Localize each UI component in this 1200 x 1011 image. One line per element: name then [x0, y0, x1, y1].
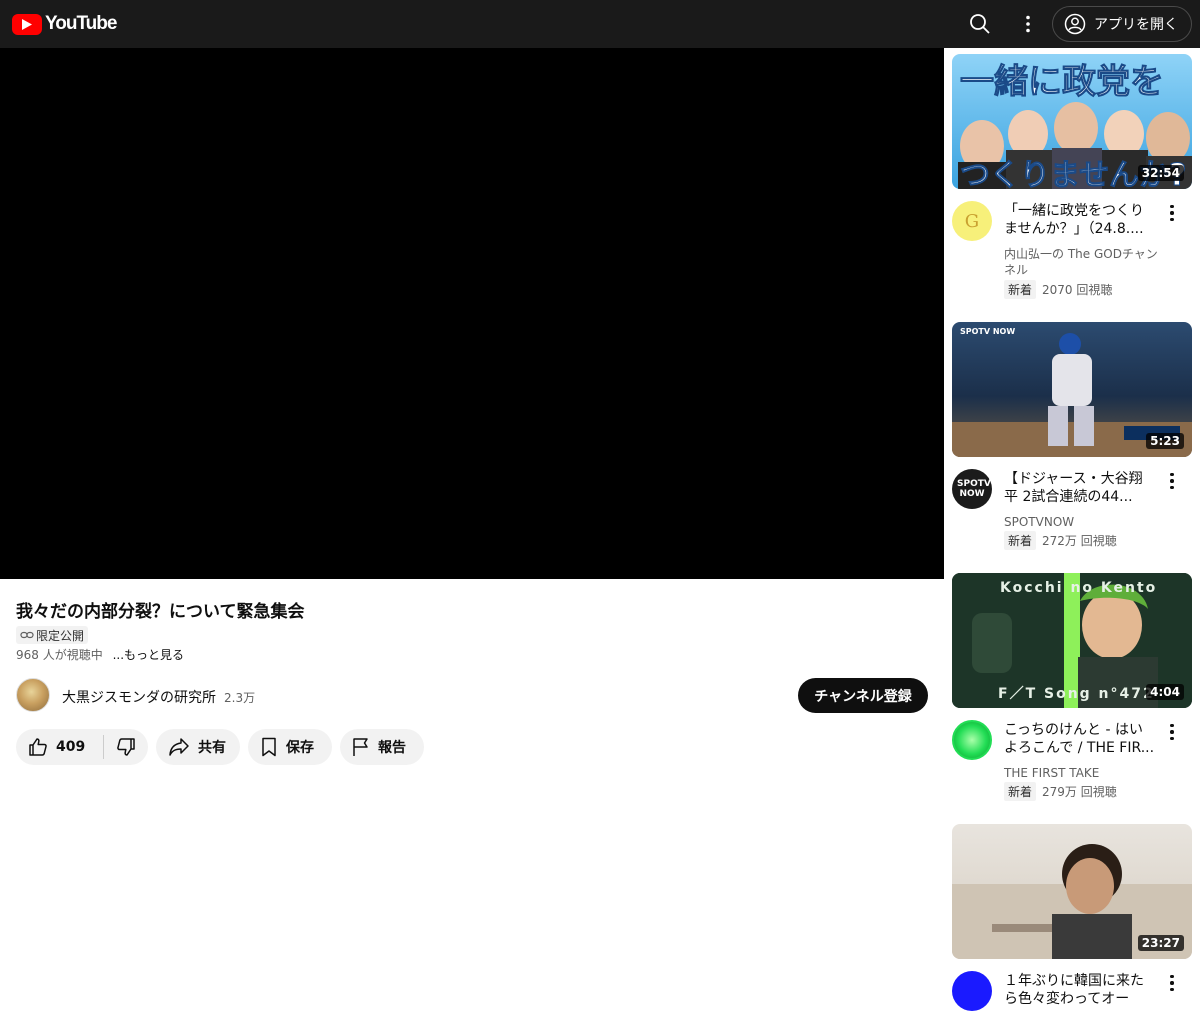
channel-avatar[interactable] [952, 971, 992, 1011]
visibility-badge: 限定公開 [16, 626, 89, 644]
like-count: 409 [56, 739, 86, 755]
play-logo-icon [12, 13, 42, 35]
share-label: 共有 [198, 740, 226, 756]
thumbnail-artist-name: Kocchi no Kento [1000, 580, 1158, 596]
avatar-text: SPOTV NOW [957, 479, 991, 499]
report-label: 報告 [378, 740, 406, 756]
video-title[interactable]: 「一緒に政党をつくり ませんか？」（24.8.... [1004, 202, 1156, 238]
dislike-button[interactable] [116, 737, 136, 757]
recommendation-card[interactable]: 一緒に政党を つくりませんか? 32:54 G 「一緒に政党をつくり ませんか？… [952, 54, 1192, 304]
link-icon [20, 631, 34, 639]
thumbs-up-icon [29, 738, 47, 756]
vertical-dots-icon [1026, 15, 1030, 33]
video-title: 我々だの内部分裂？について緊急集会 [16, 602, 305, 622]
channel-name: 内山弘一の The GODチャンネル [1004, 247, 1158, 277]
open-app-button[interactable]: アプリを開く [1052, 6, 1192, 42]
more-options-button[interactable] [1014, 10, 1042, 38]
video-duration: 32:54 [1137, 165, 1184, 181]
bookmark-icon [262, 737, 276, 757]
save-label: 保存 [286, 740, 314, 756]
channel-avatar[interactable] [952, 720, 992, 760]
card-menu-button[interactable] [1164, 971, 1180, 995]
video-stats: 新着 272万 回視聴 [1004, 531, 1117, 550]
title-line-1: こっちのけんと - はい [1004, 722, 1143, 738]
title-line-1: １年ぶりに韓国に来た [1004, 973, 1144, 989]
video-meta: 968 人が視聴中 ...もっと見る [16, 646, 184, 663]
new-badge: 新着 [1004, 782, 1037, 801]
title-line-1: 【ドジャース・大谷翔 [1004, 471, 1143, 487]
title-line-2: 平 2試合連続の44... [1004, 489, 1133, 505]
title-line-2: ら色々変わってオー [1004, 991, 1130, 1007]
video-title[interactable]: こっちのけんと - はい よろこんで / THE FIR... [1004, 721, 1156, 757]
like-dislike-group: 409 [16, 729, 148, 765]
card-menu-button[interactable] [1164, 469, 1180, 493]
video-thumbnail[interactable]: 一緒に政党を つくりませんか? 32:54 [952, 54, 1192, 189]
viewer-count: 968 人が視聴中 [16, 648, 103, 662]
like-divider [103, 735, 105, 759]
video-duration: 4:04 [1146, 684, 1184, 700]
channel-name: SPOTVNOW [1004, 515, 1075, 529]
share-button[interactable]: 共有 [156, 729, 240, 765]
video-duration: 5:23 [1146, 433, 1184, 449]
save-button[interactable]: 保存 [248, 729, 332, 765]
new-badge: 新着 [1004, 280, 1037, 299]
new-badge: 新着 [1004, 531, 1037, 550]
title-line-2: よろこんで / THE FIR... [1004, 740, 1155, 756]
avatar-letter: G [964, 210, 980, 232]
channel-name[interactable]: 大黒ジスモンダの研究所 [62, 687, 216, 707]
subscribe-button[interactable]: チャンネル登録 [798, 678, 928, 713]
card-menu-button[interactable] [1164, 720, 1180, 744]
video-duration: 23:27 [1137, 935, 1184, 951]
subscriber-count: 2.3万 [224, 691, 256, 705]
video-title[interactable]: 【ドジャース・大谷翔 平 2試合連続の44... [1004, 470, 1156, 506]
title-line-1: 「一緒に政党をつくり [1004, 203, 1144, 219]
video-thumbnail[interactable]: SPOTV NOW 5:23 [952, 322, 1192, 457]
show-more-link[interactable]: ...もっと見る [113, 648, 184, 662]
open-app-label: アプリを開く [1094, 17, 1178, 33]
logo-wordmark: YouTube [45, 13, 117, 34]
account-icon [1064, 13, 1086, 35]
search-button[interactable] [966, 10, 994, 38]
recommendation-card[interactable]: 23:27 １年ぶりに韓国に来た ら色々変わってオー [952, 824, 1192, 1011]
channel-name: THE FIRST TAKE [1004, 766, 1100, 780]
search-icon [970, 14, 990, 34]
video-stats: 新着 279万 回視聴 [1004, 782, 1117, 801]
recommendation-card[interactable]: SPOTV NOW 5:23 SPOTV NOW 【ドジャース・大谷翔 平 2試… [952, 322, 1192, 552]
channel-avatar[interactable] [16, 678, 50, 712]
thumbnail-headline-top: 一緒に政党を [960, 62, 1165, 103]
share-icon [169, 738, 189, 756]
thumbnail-brand: SPOTV NOW [960, 327, 1016, 336]
like-button[interactable]: 409 [28, 737, 85, 757]
top-bar: YouTube アプリを開く [0, 0, 1200, 48]
video-title[interactable]: １年ぶりに韓国に来た ら色々変わってオー [1004, 972, 1156, 1008]
thumbnail-song-number: F／T Song n°472 [998, 686, 1155, 702]
report-button[interactable]: 報告 [340, 729, 424, 765]
card-menu-button[interactable] [1164, 201, 1180, 225]
thumbs-down-icon [117, 738, 135, 756]
recommendation-card[interactable]: Kocchi no Kento F／T Song n°472 4:04 こっちの… [952, 573, 1192, 803]
view-count: 2070 回視聴 [1042, 283, 1113, 297]
view-count: 272万 回視聴 [1042, 534, 1117, 548]
video-player[interactable] [0, 48, 944, 579]
youtube-logo[interactable]: YouTube [12, 12, 117, 36]
channel-avatar[interactable]: SPOTV NOW [952, 469, 992, 509]
flag-icon [353, 738, 368, 756]
video-thumbnail[interactable]: 23:27 [952, 824, 1192, 959]
view-count: 279万 回視聴 [1042, 785, 1117, 799]
visibility-label: 限定公開 [36, 628, 85, 643]
video-thumbnail[interactable]: Kocchi no Kento F／T Song n°472 4:04 [952, 573, 1192, 708]
video-stats: 新着 2070 回視聴 [1004, 280, 1112, 299]
title-line-2: ませんか？」（24.8.... [1004, 221, 1144, 237]
channel-avatar[interactable]: G [952, 201, 992, 241]
